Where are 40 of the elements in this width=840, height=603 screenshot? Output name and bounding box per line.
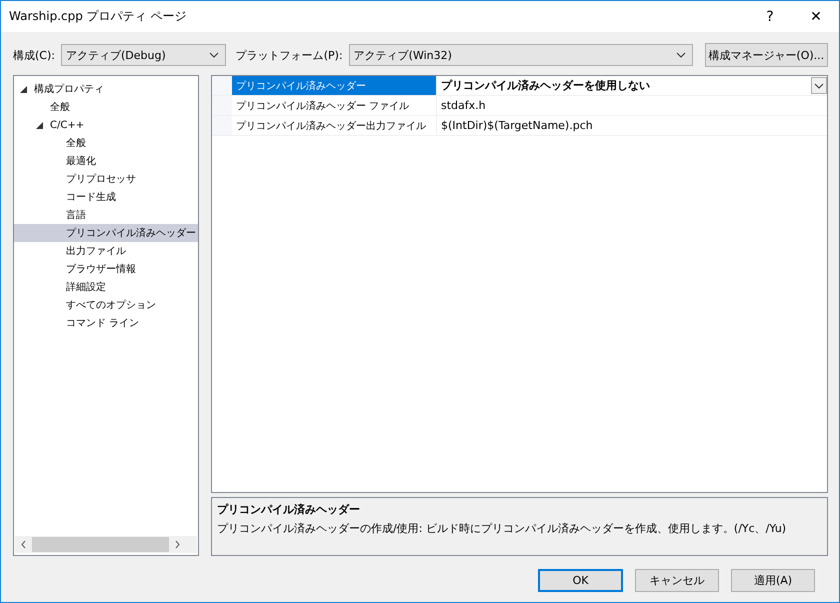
help-button[interactable]: ?: [747, 1, 793, 32]
tree-item[interactable]: ブラウザー情報: [14, 260, 198, 278]
tree-item[interactable]: コード生成: [14, 188, 198, 206]
description-title: プリコンパイル済みヘッダー: [217, 502, 361, 517]
collapse-icon[interactable]: [20, 86, 27, 92]
window-title: Warship.cpp プロパティ ページ: [9, 8, 188, 25]
tree-item[interactable]: 出力ファイル: [14, 242, 198, 260]
close-button[interactable]: ✕: [793, 1, 839, 32]
property-name[interactable]: プリコンパイル済みヘッダー ファイル: [232, 96, 436, 115]
property-name[interactable]: プリコンパイル済みヘッダー出力ファイル: [232, 116, 436, 135]
config-dropdown[interactable]: アクティブ(Debug): [60, 44, 226, 66]
tree-item[interactable]: 最適化: [14, 152, 198, 170]
collapse-icon[interactable]: [36, 122, 43, 128]
tree-item[interactable]: コマンド ライン: [14, 314, 198, 332]
dialog-button[interactable]: OK: [538, 569, 623, 592]
dialog-button[interactable]: キャンセル: [635, 569, 719, 592]
chevron-down-icon: [814, 82, 824, 88]
config-label: 構成(C):: [13, 48, 55, 62]
platform-label: プラットフォーム(P):: [236, 48, 343, 62]
description-text: プリコンパイル済みヘッダーの作成/使用: ビルド時にプリコンパイル済みヘッダーを作成、使用します。(/Yc、/Yu): [217, 521, 788, 536]
dialog-button[interactable]: 適用(A): [731, 569, 815, 592]
tree-item[interactable]: 構成プロパティ: [14, 80, 198, 98]
platform-dropdown[interactable]: アクティブ(Win32): [348, 44, 693, 66]
property-value[interactable]: プリコンパイル済みヘッダーを使用しない: [436, 76, 827, 95]
tree-item[interactable]: 言語: [14, 206, 198, 224]
tree-item[interactable]: 詳細設定: [14, 278, 198, 296]
tree-item[interactable]: 全般: [14, 134, 198, 152]
chevron-down-icon: [676, 52, 686, 58]
configuration-manager-button[interactable]: 構成マネージャー(O)...: [704, 43, 828, 67]
tree-item[interactable]: 全般: [14, 98, 198, 116]
dropdown-button[interactable]: [811, 77, 827, 94]
tree-item[interactable]: すべてのオプション: [14, 296, 198, 314]
property-name[interactable]: プリコンパイル済みヘッダー: [232, 76, 436, 95]
chevron-down-icon: [208, 52, 219, 58]
tree-item[interactable]: プリプロセッサ: [14, 170, 198, 188]
scrollbar-thumb[interactable]: [32, 537, 169, 552]
tree-item[interactable]: プリコンパイル済みヘッダー: [14, 224, 198, 242]
tree-item[interactable]: C/C++: [14, 116, 198, 134]
property-value[interactable]: $(IntDir)$(TargetName).pch: [436, 116, 827, 135]
property-value[interactable]: stdafx.h: [436, 96, 827, 115]
